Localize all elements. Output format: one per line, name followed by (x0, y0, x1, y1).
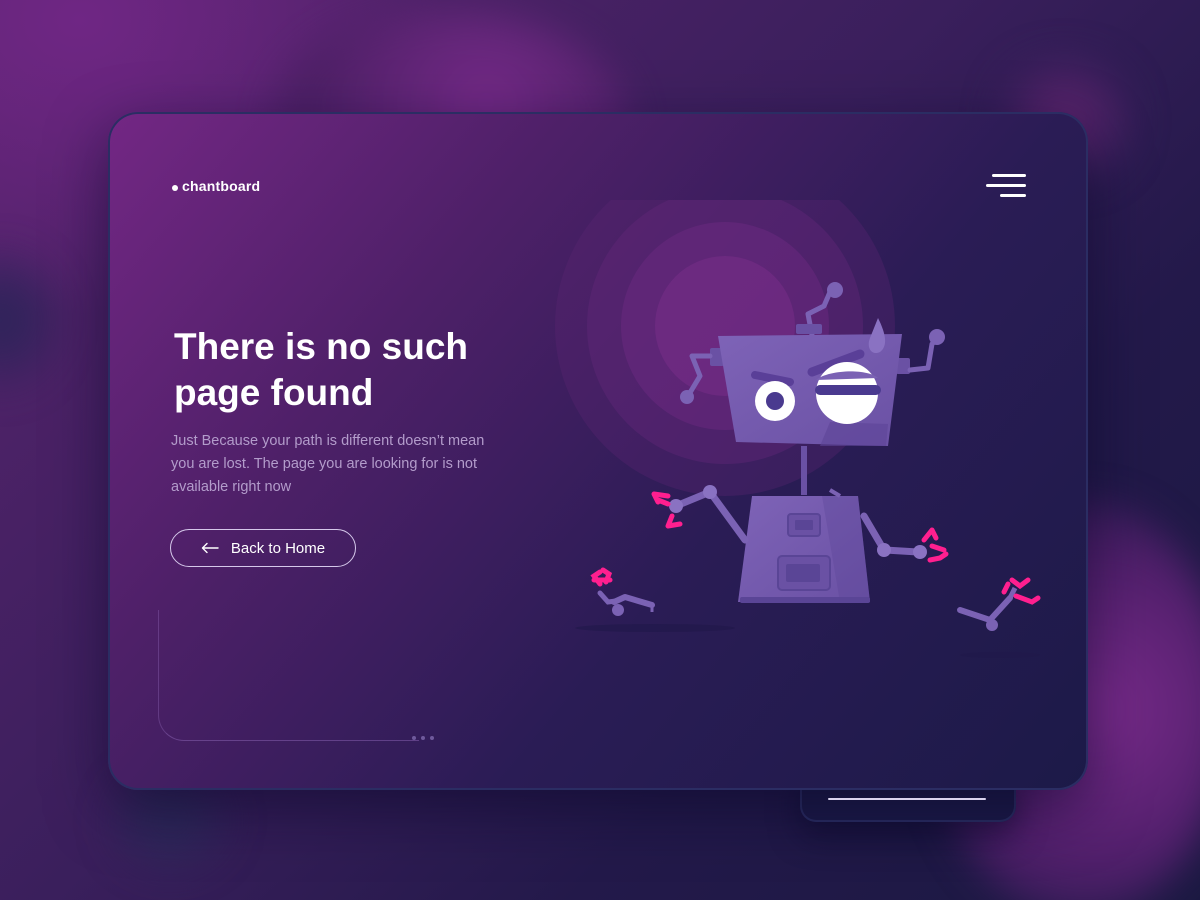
page-description: Just Because your path is different does… (171, 433, 485, 495)
brand-name: chantboard (182, 178, 261, 194)
menu-line-bottom (1000, 194, 1026, 197)
page-title: There is no such page found (174, 326, 469, 413)
logo-dot-icon (172, 185, 178, 191)
page-background: chantboard There is no such page found J… (0, 0, 1200, 900)
robot-arm-right (860, 512, 949, 563)
detached-arm-left (590, 567, 655, 616)
decorative-corner-line (158, 610, 419, 741)
robot-head (718, 318, 902, 446)
robot-ear-right (896, 329, 945, 374)
robot-illustration (555, 200, 1041, 658)
home-indicator-bar (828, 798, 986, 800)
brand-logo[interactable]: chantboard (172, 178, 260, 194)
detached-arm-right (957, 577, 1041, 631)
decorative-dots (412, 736, 434, 740)
back-to-home-button[interactable]: Back to Home (170, 529, 356, 567)
background-blob (0, 250, 60, 390)
hamburger-menu-icon[interactable] (986, 172, 1026, 202)
menu-line-middle (986, 184, 1026, 187)
arrow-left-icon (201, 542, 219, 554)
back-to-home-label: Back to Home (230, 539, 326, 557)
menu-line-top (992, 174, 1026, 177)
